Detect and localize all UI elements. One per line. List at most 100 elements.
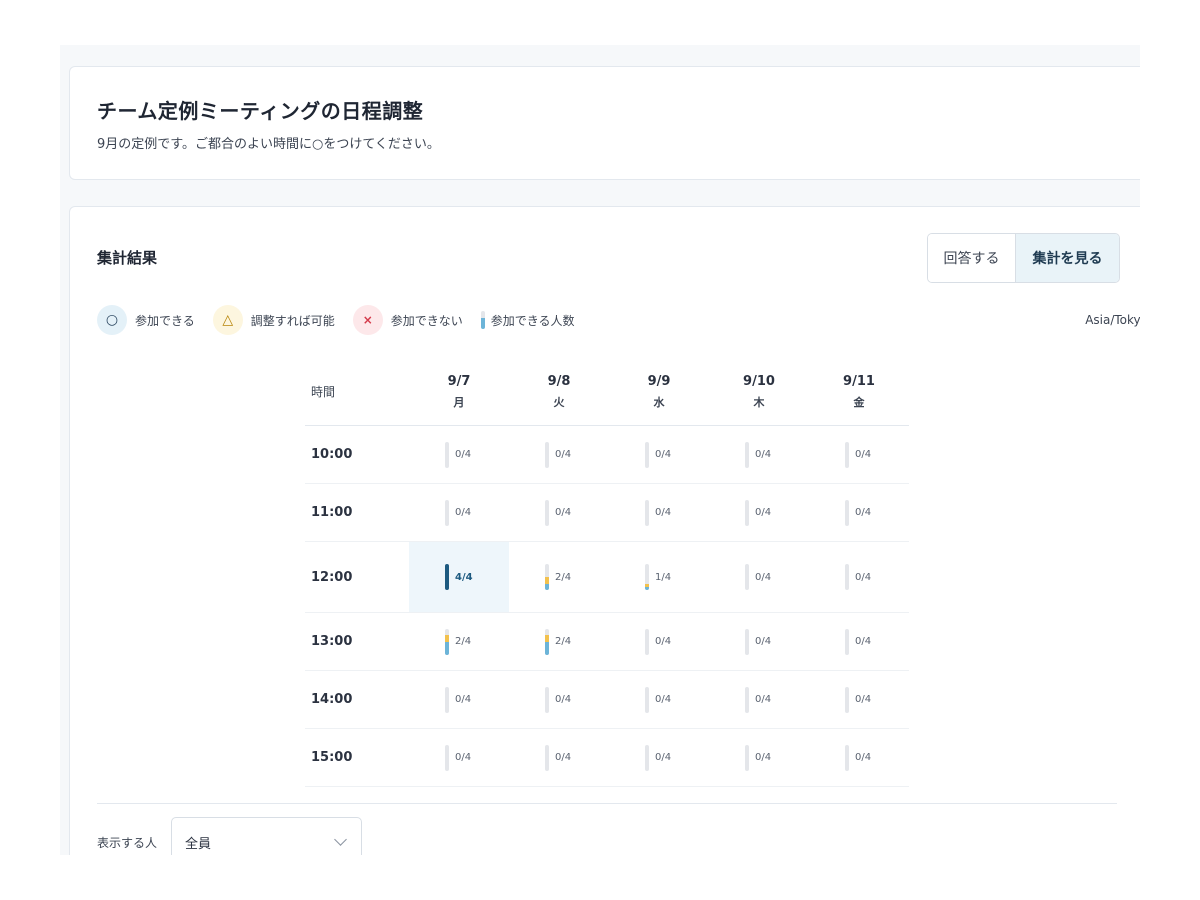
availability-count: 0/4 xyxy=(655,449,672,460)
day-weekday: 火 xyxy=(553,395,565,409)
availability-count: 0/4 xyxy=(555,694,572,705)
availability-meter xyxy=(445,564,449,590)
availability-cell[interactable]: 0/4 xyxy=(609,671,709,728)
availability-cell[interactable]: 0/4 xyxy=(709,484,809,541)
availability-meter xyxy=(545,744,549,771)
answer-tab-button[interactable]: 回答する xyxy=(928,234,1016,282)
availability-count: 0/4 xyxy=(755,752,772,763)
availability-count: 0/4 xyxy=(555,507,572,518)
time-row: 11:00 0/4 0/4 0/4 0/4 0/4 xyxy=(305,484,909,542)
availability-meter xyxy=(645,499,649,526)
availability-cell[interactable]: 0/4 xyxy=(709,671,809,728)
legend-label-count: 参加できる人数 xyxy=(490,313,575,328)
availability-count: 0/4 xyxy=(455,449,472,460)
availability-cell[interactable]: 0/4 xyxy=(509,729,609,786)
day-header: 9/11 金 xyxy=(809,358,909,425)
availability-cell[interactable]: 0/4 xyxy=(609,426,709,483)
availability-cell[interactable]: 0/4 xyxy=(809,542,909,612)
circle-icon: ○ xyxy=(97,305,127,335)
summary-tab-button[interactable]: 集計を見る xyxy=(1016,234,1119,282)
availability-meter xyxy=(645,744,649,771)
grid-header: 時間 9/7 月 9/8 火 9/9 水 9/10 木 9/11 金 xyxy=(305,358,909,426)
availability-cell[interactable]: 2/4 xyxy=(409,613,509,670)
availability-count: 0/4 xyxy=(855,694,872,705)
availability-cell[interactable]: 0/4 xyxy=(809,613,909,670)
availability-meter xyxy=(745,441,749,468)
grid-body: 10:00 0/4 0/4 0/4 0/4 0/4 11:00 0/4 0/4 0/4 0/4 0/4… xyxy=(305,426,909,787)
day-headers: 9/7 月 9/8 火 9/9 水 9/10 木 9/11 金 xyxy=(409,358,909,425)
participant-filter-value: 全員 xyxy=(185,836,212,852)
availability-cell[interactable]: 0/4 xyxy=(709,426,809,483)
availability-cell[interactable]: 0/4 xyxy=(509,426,609,483)
availability-meter xyxy=(645,686,649,713)
availability-cell[interactable]: 0/4 xyxy=(709,542,809,612)
page-title: チーム定例ミーティングの日程調整 xyxy=(97,99,424,123)
time-label: 13:00 xyxy=(311,634,353,649)
availability-cell[interactable]: 2/4 xyxy=(509,542,609,612)
availability-meter xyxy=(745,564,749,590)
availability-cell[interactable]: 0/4 xyxy=(509,671,609,728)
availability-cell[interactable]: 0/4 xyxy=(409,671,509,728)
availability-cell[interactable]: 0/4 xyxy=(609,729,709,786)
availability-meter xyxy=(845,441,849,468)
availability-count: 0/4 xyxy=(755,507,772,518)
time-row: 10:00 0/4 0/4 0/4 0/4 0/4 xyxy=(305,426,909,484)
availability-cell[interactable]: 0/4 xyxy=(609,613,709,670)
availability-cell[interactable]: 0/4 xyxy=(809,671,909,728)
availability-meter xyxy=(745,628,749,655)
availability-count: 0/4 xyxy=(855,752,872,763)
availability-count: 2/4 xyxy=(555,571,572,583)
availability-cell[interactable]: 0/4 xyxy=(609,484,709,541)
count-bar-icon xyxy=(480,311,485,329)
legend: ○ 参加できる △ 調整すれば可能 × 参加できない 参加できる人数 xyxy=(97,305,593,335)
availability-meter xyxy=(645,441,649,468)
availability-count: 0/4 xyxy=(755,694,772,705)
availability-cell[interactable]: 0/4 xyxy=(409,426,509,483)
time-label: 10:00 xyxy=(311,447,353,462)
availability-count: 0/4 xyxy=(555,752,572,763)
availability-count: 4/4 xyxy=(455,571,473,583)
availability-meter xyxy=(445,628,449,655)
availability-meter xyxy=(745,499,749,526)
availability-meter xyxy=(545,686,549,713)
availability-cell[interactable]: 0/4 xyxy=(509,484,609,541)
meter-fill-ok xyxy=(545,641,549,655)
availability-count: 0/4 xyxy=(755,636,772,647)
availability-cell[interactable]: 2/4 xyxy=(509,613,609,670)
results-card: 集計結果 回答する 集計を見る ○ 参加できる △ 調整すれば可能 × 参加でき… xyxy=(69,206,1140,855)
availability-cell[interactable]: 0/4 xyxy=(809,426,909,483)
availability-cell[interactable]: 1/4 xyxy=(609,542,709,612)
chevron-down-icon xyxy=(334,833,347,846)
availability-meter xyxy=(545,441,549,468)
time-column-header: 時間 xyxy=(311,385,336,399)
day-date: 9/10 xyxy=(743,373,775,389)
day-weekday: 木 xyxy=(753,395,765,409)
availability-meter xyxy=(445,744,449,771)
availability-cell[interactable]: 0/4 xyxy=(709,729,809,786)
availability-cell[interactable]: 0/4 xyxy=(709,613,809,670)
availability-cell[interactable]: 0/4 xyxy=(409,484,509,541)
time-label: 12:00 xyxy=(311,569,353,585)
legend-item-ng: × 参加できない xyxy=(352,305,463,335)
availability-cell[interactable]: 0/4 xyxy=(809,484,909,541)
availability-count: 2/4 xyxy=(455,636,472,647)
legend-item-count: 参加できる人数 xyxy=(480,311,575,329)
availability-meter xyxy=(445,441,449,468)
availability-meter xyxy=(545,628,549,655)
availability-meter xyxy=(745,744,749,771)
availability-meter xyxy=(545,499,549,526)
availability-count: 0/4 xyxy=(455,752,472,763)
day-date: 9/8 xyxy=(547,373,571,389)
view-toggle: 回答する 集計を見る xyxy=(927,233,1120,283)
availability-cell[interactable]: 4/4 xyxy=(409,542,509,612)
meter-fill-ok xyxy=(445,564,449,590)
participant-filter-select[interactable]: 全員 xyxy=(171,817,362,855)
availability-cell[interactable]: 0/4 xyxy=(809,729,909,786)
meter-fill-ok xyxy=(545,583,549,590)
availability-count: 0/4 xyxy=(455,507,472,518)
availability-meter xyxy=(745,686,749,713)
day-header: 9/8 火 xyxy=(509,358,609,425)
availability-cell[interactable]: 0/4 xyxy=(409,729,509,786)
day-header: 9/10 木 xyxy=(709,358,809,425)
availability-count: 0/4 xyxy=(855,449,872,460)
